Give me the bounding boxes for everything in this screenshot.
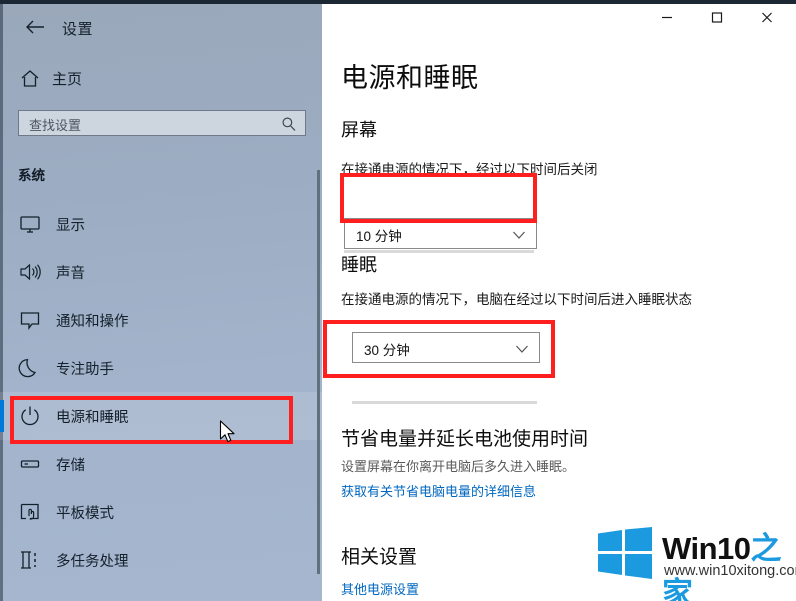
sidebar-item-home[interactable]: 主页 (0, 62, 322, 96)
related-settings-heading: 相关设置 (341, 547, 418, 568)
sleep-dropdown-shadow (352, 401, 537, 404)
sidebar-item-focus-assist-label: 专注助手 (56, 362, 114, 378)
search-icon[interactable] (281, 116, 297, 132)
sidebar-item-display[interactable]: 显示 (0, 200, 322, 248)
watermark-brand: Win10之家 (662, 523, 794, 601)
sidebar-item-storage-label: 存储 (56, 458, 85, 474)
back-arrow-icon[interactable] (22, 17, 48, 39)
sidebar-item-multitasking[interactable]: 多任务处理 (0, 536, 322, 584)
screen-section-heading: 屏幕 (341, 120, 377, 140)
titlebar (322, 4, 796, 38)
battery-description: 设置屏幕在你离开电脑后多久进入睡眠。 (341, 459, 576, 474)
sidebar-scrollbar[interactable] (317, 170, 320, 574)
titlebar-left: 设置 (0, 8, 322, 48)
settings-window: 设置 主页 查找设置 系统 显示 声音 通知和操作 专注助手 电源和睡眠 存储 … (0, 0, 796, 601)
notification-icon (18, 308, 42, 332)
main-content: 电源和睡眠 屏幕 在接通电源的情况下，经过以下时间后关闭 10 分钟 睡眠 在接… (322, 38, 796, 601)
maximize-icon (710, 11, 724, 30)
minimize-button[interactable] (644, 4, 690, 36)
speaker-icon (18, 260, 42, 284)
sidebar-item-power-and-sleep-label: 电源和睡眠 (56, 410, 129, 426)
windows-logo-icon (598, 527, 652, 579)
screen-timeout-dropdown[interactable]: 10 分钟 (344, 218, 537, 249)
battery-section-heading: 节省电量并延长电池使用时间 (341, 429, 589, 450)
window-title: 设置 (62, 21, 94, 38)
sidebar-nav: 显示 声音 通知和操作 专注助手 电源和睡眠 存储 平板模式 多任务处理 (0, 200, 322, 584)
watermark-url: www.win10xitong.com (664, 563, 796, 579)
battery-info-link[interactable]: 获取有关节省电脑电量的详细信息 (341, 481, 536, 500)
maximize-button[interactable] (694, 4, 740, 36)
screen-description: 在接通电源的情况下，经过以下时间后关闭 (341, 162, 598, 177)
tablet-icon (18, 500, 42, 524)
sidebar-item-power-and-sleep[interactable]: 电源和睡眠 (0, 392, 322, 440)
moon-icon (18, 356, 42, 380)
sidebar-item-sound[interactable]: 声音 (0, 248, 322, 296)
monitor-icon (18, 212, 42, 236)
sidebar-item-tablet-mode-label: 平板模式 (56, 506, 114, 522)
storage-icon (18, 452, 42, 476)
selection-accent-bar (0, 400, 4, 432)
other-power-settings-link[interactable]: 其他电源设置 (341, 579, 419, 598)
sidebar-item-notifications[interactable]: 通知和操作 (0, 296, 322, 344)
watermark: Win10之家 www.win10xitong.com (598, 523, 796, 601)
sidebar-item-notifications-label: 通知和操作 (56, 314, 129, 330)
sleep-section-heading: 睡眠 (341, 255, 377, 275)
home-icon (18, 67, 42, 91)
sleep-timeout-dropdown[interactable]: 30 分钟 (352, 332, 540, 363)
chevron-down-icon (515, 342, 529, 354)
power-icon (18, 404, 42, 428)
page-title: 电源和睡眠 (341, 63, 479, 93)
sidebar-item-multitasking-label: 多任务处理 (56, 554, 129, 570)
watermark-brand-latin: Win10 (662, 531, 751, 566)
sidebar-item-storage[interactable]: 存储 (0, 440, 322, 488)
screen-timeout-value: 10 分钟 (356, 229, 402, 244)
search-input[interactable]: 查找设置 (18, 110, 306, 136)
chevron-down-icon (512, 228, 526, 240)
sleep-timeout-value: 30 分钟 (364, 343, 410, 358)
sidebar-item-sound-label: 声音 (56, 266, 85, 282)
sidebar: 设置 主页 查找设置 系统 显示 声音 通知和操作 专注助手 电源和睡眠 存储 … (0, 4, 322, 601)
close-icon (760, 11, 774, 30)
minimize-icon (660, 11, 674, 30)
sidebar-item-focus-assist[interactable]: 专注助手 (0, 344, 322, 392)
sidebar-item-tablet-mode[interactable]: 平板模式 (0, 488, 322, 536)
sidebar-section-header: 系统 (18, 168, 45, 183)
search-placeholder: 查找设置 (29, 118, 82, 133)
close-button[interactable] (744, 4, 790, 36)
sidebar-item-home-label: 主页 (52, 71, 83, 88)
sleep-description: 在接通电源的情况下，电脑在经过以下时间后进入睡眠状态 (341, 292, 692, 307)
multitask-icon (18, 548, 42, 572)
sidebar-item-display-label: 显示 (56, 218, 85, 234)
